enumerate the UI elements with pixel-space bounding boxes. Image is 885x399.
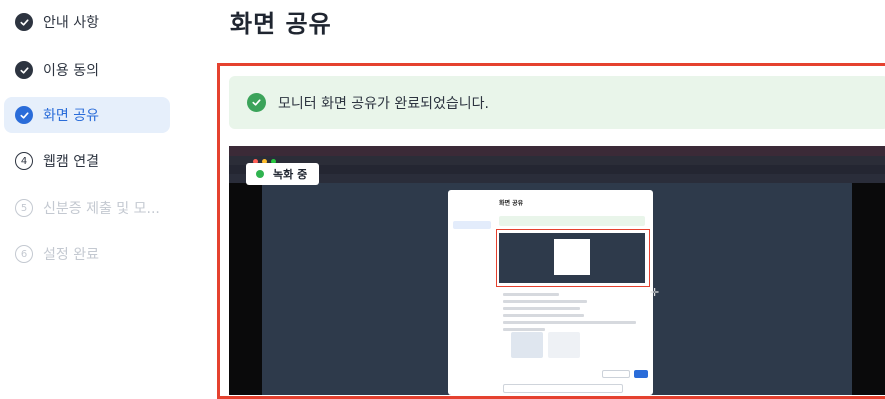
preview-left-edge: [229, 183, 262, 395]
nested-image: [548, 332, 580, 358]
recording-indicator: 녹화 중: [246, 163, 319, 185]
banner-text: 모니터 화면 공유가 완료되었습니다.: [278, 95, 489, 112]
step-item-id-submit: 5 신분증 제출 및 모...: [4, 190, 170, 226]
preview-address-bar: [229, 165, 885, 174]
check-circle-icon: [15, 61, 33, 79]
step-item-webcam[interactable]: 4 웹캠 연결: [4, 143, 170, 179]
success-banner: 모니터 화면 공유가 완료되었습니다.: [229, 76, 885, 129]
nested-screen: [499, 233, 645, 283]
step-label: 신분증 제출 및 모...: [43, 201, 160, 217]
step-number-icon: 5: [15, 199, 33, 217]
screen-share-preview: 화면 공유 ✛ 녹화 중: [229, 146, 885, 395]
check-circle-icon: [247, 93, 266, 112]
page-title: 화면 공유: [230, 10, 332, 38]
nested-banner: [499, 216, 645, 226]
step-label: 화면 공유: [43, 108, 99, 124]
nested-share-bar: [503, 384, 623, 393]
step-number-icon: 4: [15, 152, 33, 170]
preview-os-menubar: [229, 146, 885, 156]
step-item-guide[interactable]: 안내 사항: [4, 4, 170, 40]
step-label: 설정 완료: [43, 247, 99, 263]
recording-label: 녹화 중: [273, 168, 308, 181]
step-sidebar: 안내 사항 이용 동의 화면 공유 4 웹캠 연결 5 신분증 제출 및 모..…: [0, 0, 185, 399]
preview-right-edge: [852, 183, 885, 395]
nested-sidebar: [453, 199, 491, 254]
nested-button: [634, 370, 648, 378]
check-circle-icon: [15, 106, 33, 124]
step-label: 이용 동의: [43, 63, 99, 79]
nested-text-lines: [503, 293, 643, 335]
step-item-screen-share[interactable]: 화면 공유: [4, 97, 170, 133]
nested-title: 화면 공유: [499, 200, 524, 207]
step-item-setup-complete: 6 설정 완료: [4, 236, 170, 272]
step-label: 안내 사항: [43, 15, 99, 31]
recording-dot-icon: [256, 170, 264, 178]
preview-bookmarks-bar: [229, 174, 885, 183]
nested-image: [511, 332, 543, 358]
step-number-icon: 6: [15, 245, 33, 263]
preview-nested-window: 화면 공유: [448, 190, 653, 395]
step-item-consent[interactable]: 이용 동의: [4, 52, 170, 88]
check-circle-icon: [15, 13, 33, 31]
cursor-icon: ✛: [650, 286, 660, 299]
nested-button: [602, 370, 630, 378]
preview-browser-tabs: [229, 156, 885, 165]
step-label: 웹캠 연결: [43, 154, 99, 170]
